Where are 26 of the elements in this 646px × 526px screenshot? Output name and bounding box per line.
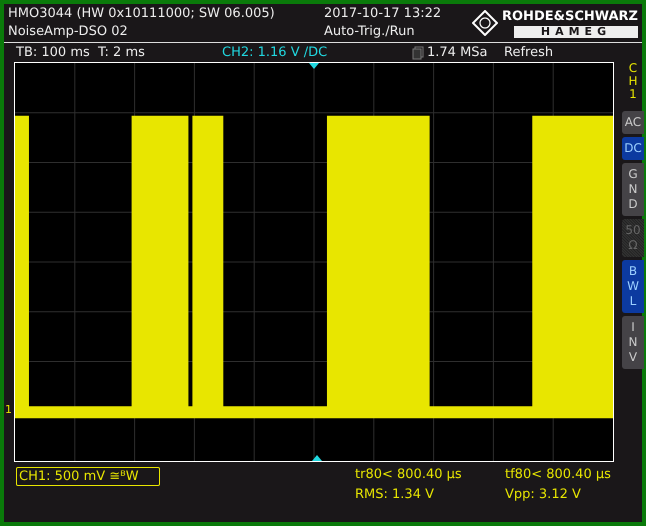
measurement-readout: tf80< 800.40 µs bbox=[505, 467, 612, 482]
brand-banner: HAMEG bbox=[514, 26, 638, 38]
channel-setting: CH1: 500 mV ≅ᴮW bbox=[16, 467, 160, 486]
coupling-button[interactable]: DC bbox=[622, 136, 644, 160]
coupling-button[interactable]: B W L bbox=[622, 260, 644, 313]
measurement-readout: RMS: 1.34 V bbox=[355, 487, 435, 502]
sample-rate: 1.74 MSa bbox=[427, 45, 488, 60]
measurement-readout: Vpp: 3.12 V bbox=[505, 487, 582, 502]
trigger-position-icon bbox=[312, 455, 322, 461]
date-time: 2017-10-17 13:22 bbox=[324, 5, 442, 23]
coupling-button[interactable]: AC bbox=[622, 110, 644, 134]
brand-name: ROHDE&SCHWARZ bbox=[502, 8, 638, 26]
diamond-logo-icon bbox=[472, 10, 498, 36]
channel-label: CH1 bbox=[627, 62, 639, 102]
setup-name: NoiseAmp-DSO 02 bbox=[8, 23, 129, 41]
timebase-readout: TB: 100 ms T: 2 ms bbox=[16, 45, 146, 60]
trigger-readout: CH2: 1.16 V ∕DC bbox=[222, 45, 328, 60]
trigger-mode: Auto-Trig./Run bbox=[324, 23, 416, 41]
memory-icon bbox=[412, 46, 424, 60]
measurement-readout: tr80< 800.40 µs bbox=[355, 467, 463, 482]
device-model: HMO3044 (HW 0x10111000; SW 06.005) bbox=[8, 5, 276, 23]
channel-marker: 1 bbox=[5, 403, 12, 416]
coupling-button[interactable]: G N D bbox=[622, 162, 644, 216]
acquire-mode: Refresh bbox=[504, 45, 554, 60]
coupling-button[interactable]: I N V bbox=[622, 316, 644, 369]
trigger-position-icon bbox=[309, 63, 319, 69]
